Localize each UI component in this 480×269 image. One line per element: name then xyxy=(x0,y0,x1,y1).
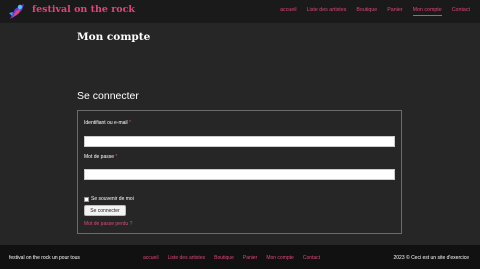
footer-nav-panier[interactable]: Panier xyxy=(243,255,257,261)
page-title: Mon compte xyxy=(77,31,151,43)
login-form: Identifiant ou e-mail * Mot de passe * S… xyxy=(77,110,402,234)
required-mark: * xyxy=(129,120,131,126)
footer-nav-accueil[interactable]: accueil xyxy=(143,255,159,261)
username-input[interactable] xyxy=(84,136,395,147)
required-mark: * xyxy=(115,154,118,160)
guitar-player-icon[interactable] xyxy=(8,3,26,20)
login-heading: Se connecter xyxy=(77,90,139,102)
site-footer: festival on the rock un pour tous accuei… xyxy=(0,245,480,269)
main-nav: accueil Liste des artistes Boutique Pani… xyxy=(270,7,470,16)
lost-password-link[interactable]: Mot de passe perdu ? xyxy=(84,221,132,227)
password-label: Mot de passe * xyxy=(84,154,118,160)
remember-label: Se souvenir de moi xyxy=(91,196,134,202)
footer-brand: festival on the rock un pour tous xyxy=(9,255,80,261)
nav-item-boutique[interactable]: Boutique xyxy=(356,7,377,16)
footer-nav-mon-compte[interactable]: Mon compte xyxy=(266,255,294,261)
site-header: festival on the rock accueil Liste des a… xyxy=(0,0,480,23)
nav-item-accueil[interactable]: accueil xyxy=(280,7,297,16)
footer-nav-boutique[interactable]: Boutique xyxy=(214,255,234,261)
main-content: Mon compte Se connecter Identifiant ou e… xyxy=(0,23,480,245)
nav-item-mon-compte[interactable]: Mon compte xyxy=(412,7,442,16)
footer-copyright: 2023 © Ceci est un site d'exercice xyxy=(393,255,469,261)
remember-checkbox[interactable] xyxy=(84,196,89,202)
login-button[interactable]: Se connecter xyxy=(84,205,126,216)
footer-nav-artistes[interactable]: Liste des artistes xyxy=(168,255,206,261)
username-label: Identifiant ou e-mail * xyxy=(84,120,131,126)
nav-item-artistes[interactable]: Liste des artistes xyxy=(307,7,347,16)
remember-me[interactable]: Se souvenir de moi xyxy=(84,196,134,202)
password-input[interactable] xyxy=(84,169,395,180)
site-title[interactable]: festival on the rock xyxy=(32,4,135,15)
footer-nav-contact[interactable]: Contact xyxy=(303,255,320,261)
nav-item-contact[interactable]: Contact xyxy=(452,7,470,16)
nav-item-panier[interactable]: Panier xyxy=(387,7,402,16)
footer-nav: accueil Liste des artistes Boutique Pani… xyxy=(143,255,329,261)
